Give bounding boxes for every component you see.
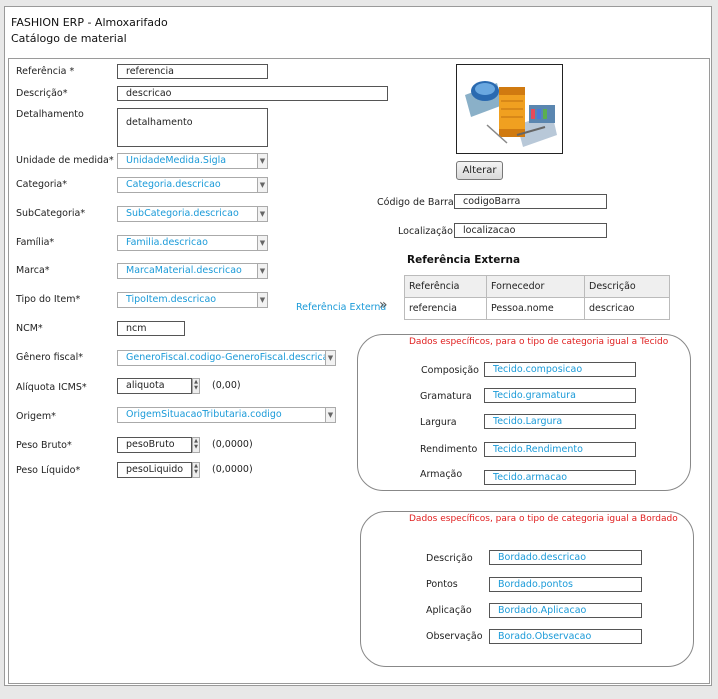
tecido-composicao-input[interactable]: Tecido.composicao — [484, 362, 636, 377]
genero-select[interactable]: GeneroFiscal.codigo-GeneroFiscal.descric… — [117, 350, 336, 366]
double-chevron-right-icon[interactable]: » — [379, 298, 388, 312]
tecido-armacao-label: Armação — [420, 469, 463, 480]
unidade-select[interactable]: UnidadeMedida.Sigla ▼ — [117, 153, 268, 169]
marca-label: Marca* — [16, 265, 50, 276]
bordado-pontos-label: Pontos — [426, 579, 458, 590]
subcategoria-value: SubCategoria.descricao — [126, 208, 239, 219]
peso-bruto-spinner[interactable]: ▲ ▼ — [192, 437, 200, 453]
thread-spool-icon — [457, 65, 562, 153]
peso-liquido-input[interactable]: pesoLiquido — [117, 462, 192, 478]
marca-select[interactable]: MarcaMaterial.descricao ▼ — [117, 263, 268, 279]
bordado-observacao-label: Observação — [426, 631, 483, 642]
bordado-observacao-input[interactable]: Borado.Observacao — [489, 629, 642, 644]
tecido-group — [357, 334, 691, 491]
genero-value: GeneroFiscal.codigo-GeneroFiscal.descric… — [126, 352, 335, 363]
peso-liquido-spinner[interactable]: ▲ ▼ — [192, 462, 200, 478]
chevron-down-icon[interactable]: ▼ — [257, 154, 267, 168]
chevron-down-icon[interactable]: ▼ — [325, 351, 335, 365]
table-header-row: Referência Fornecedor Descrição — [404, 275, 670, 298]
subcategoria-select[interactable]: SubCategoria.descricao ▼ — [117, 206, 268, 222]
categoria-select[interactable]: Categoria.descricao ▼ — [117, 177, 268, 193]
chevron-down-icon[interactable]: ▼ — [325, 408, 335, 422]
tecido-gramatura-label: Gramatura — [420, 391, 472, 402]
ncm-input[interactable]: ncm — [117, 321, 185, 336]
tecido-group-title: Dados específicos, para o tipo de catego… — [409, 337, 669, 347]
tipo-item-value: TipoItem.descricao — [126, 294, 217, 305]
aliquota-spinner[interactable]: ▲ ▼ — [192, 378, 200, 394]
app-title: FASHION ERP - Almoxarifado — [11, 16, 168, 29]
categoria-value: Categoria.descricao — [126, 179, 221, 190]
referencia-label: Referência * — [16, 66, 75, 77]
genero-label: Gênero fiscal* — [16, 352, 83, 363]
tipo-item-select[interactable]: TipoItem.descricao ▼ — [117, 292, 268, 308]
localizacao-input[interactable]: localizacao — [454, 223, 607, 238]
aliquota-hint: (0,00) — [212, 380, 241, 391]
tecido-composicao-label: Composição — [421, 365, 479, 376]
peso-bruto-input[interactable]: pesoBruto — [117, 437, 192, 453]
origem-label: Origem* — [16, 411, 56, 422]
chevron-down-icon[interactable]: ▼ — [257, 293, 267, 307]
tecido-rendimento-label: Rendimento — [420, 444, 478, 455]
descricao-label: Descrição* — [16, 88, 68, 99]
tecido-gramatura-input[interactable]: Tecido.gramatura — [484, 388, 636, 403]
material-image — [456, 64, 563, 154]
table-header: Descrição — [584, 275, 670, 298]
tecido-largura-label: Largura — [420, 417, 457, 428]
codigo-barras-label: Código de Barras — [377, 197, 459, 208]
table-header: Fornecedor — [486, 275, 585, 298]
page-title: Catálogo de material — [11, 32, 127, 45]
familia-label: Família* — [16, 237, 55, 248]
detalhamento-label: Detalhamento — [16, 109, 84, 120]
bordado-descricao-input[interactable]: Bordado.descricao — [489, 550, 642, 565]
origem-select[interactable]: OrigemSituacaoTributaria.codigo ▼ — [117, 407, 336, 423]
peso-bruto-label: Peso Bruto* — [16, 440, 72, 451]
unidade-value: UnidadeMedida.Sigla — [126, 155, 227, 166]
chevron-down-icon[interactable]: ▼ — [257, 236, 267, 250]
aliquota-label: Alíquota ICMS* — [16, 382, 87, 393]
table-cell: Pessoa.nome — [486, 297, 585, 320]
tecido-rendimento-input[interactable]: Tecido.Rendimento — [484, 442, 636, 457]
descricao-input[interactable]: descricao — [117, 86, 388, 101]
bordado-aplicacao-input[interactable]: Bordado.Aplicacao — [489, 603, 642, 618]
categoria-label: Categoria* — [16, 179, 67, 190]
bordado-descricao-label: Descrição — [426, 553, 473, 564]
ref-externa-title: Referência Externa — [407, 254, 521, 266]
tipo-item-label: Tipo do Item* — [16, 294, 81, 305]
chevron-down-icon[interactable]: ▼ — [257, 207, 267, 221]
referencia-input[interactable]: referencia — [117, 64, 268, 79]
table-header: Referência — [404, 275, 487, 298]
ref-externa-link[interactable]: Referência Externa — [296, 302, 386, 313]
peso-bruto-hint: (0,0000) — [212, 439, 253, 450]
detalhamento-textarea[interactable]: detalhamento — [117, 108, 268, 147]
bordado-pontos-input[interactable]: Bordado.pontos — [489, 577, 642, 592]
table-cell: descricao — [584, 297, 670, 320]
aliquota-input[interactable]: aliquota — [117, 378, 192, 394]
subcategoria-label: SubCategoria* — [16, 208, 86, 219]
familia-value: Familia.descricao — [126, 237, 208, 248]
peso-liquido-hint: (0,0000) — [212, 464, 253, 475]
chevron-down-icon[interactable]: ▼ — [257, 178, 267, 192]
codigo-barras-input[interactable]: codigoBarra — [454, 194, 607, 209]
chevron-down-icon[interactable]: ▼ — [257, 264, 267, 278]
localizacao-label: Localização — [398, 226, 453, 237]
peso-liquido-label: Peso Líquido* — [16, 465, 81, 476]
bordado-aplicacao-label: Aplicação — [426, 605, 472, 616]
table-cell: referencia — [404, 297, 487, 320]
tecido-armacao-input[interactable]: Tecido.armacao — [484, 470, 636, 485]
origem-value: OrigemSituacaoTributaria.codigo — [126, 409, 282, 420]
tecido-largura-input[interactable]: Tecido.Largura — [484, 414, 636, 429]
bordado-group-title: Dados específicos, para o tipo de catego… — [409, 514, 678, 524]
marca-value: MarcaMaterial.descricao — [126, 265, 242, 276]
alterar-button[interactable]: Alterar — [456, 161, 503, 180]
ref-externa-table: Referência Fornecedor Descrição referenc… — [404, 275, 670, 320]
ncm-label: NCM* — [16, 323, 43, 334]
unidade-label: Unidade de medida* — [16, 155, 114, 166]
familia-select[interactable]: Familia.descricao ▼ — [117, 235, 268, 251]
table-row[interactable]: referencia Pessoa.nome descricao — [404, 297, 670, 320]
